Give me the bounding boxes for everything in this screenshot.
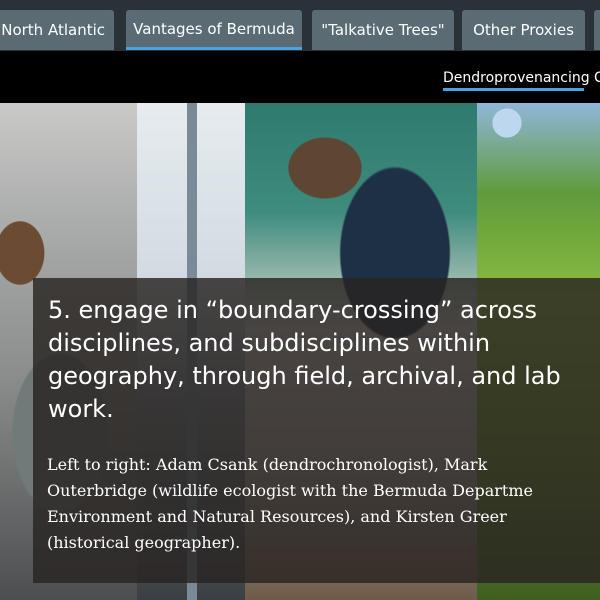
tab-vantages-of-bermuda[interactable]: Vantages of Bermuda [126, 10, 302, 50]
tab-other-proxies[interactable]: Other Proxies [462, 10, 585, 50]
caption-overlay: 5. engage in “boundary-crossing” across … [33, 278, 600, 583]
top-tab-bar: n North Atlantic Vantages of Bermuda "Ta… [0, 0, 600, 51]
tab-talkative-trees[interactable]: "Talkative Trees" [312, 10, 454, 50]
caption-line: Left to right: Adam Csank (dendrochronol… [47, 455, 488, 474]
tab-next-partial[interactable] [594, 10, 600, 50]
caption-line: Environment and Natural Resources), and … [47, 507, 507, 526]
caption-body: Left to right: Adam Csank (dendrochronol… [47, 452, 600, 556]
caption-line: (historical geographer). [47, 533, 241, 552]
active-subnav-indicator [443, 88, 584, 91]
caption-line: Outerbridge (wildlife ecologist with the… [47, 481, 533, 500]
caption-heading: 5. engage in “boundary-crossing” across … [48, 296, 561, 423]
sub-navigation: Dendroprovenancing C [0, 51, 600, 103]
subnav-item-next-partial[interactable]: C [594, 70, 600, 86]
tab-north-atlantic[interactable]: n North Atlantic [0, 10, 114, 50]
subnav-item-dendroprovenancing[interactable]: Dendroprovenancing [443, 70, 590, 86]
